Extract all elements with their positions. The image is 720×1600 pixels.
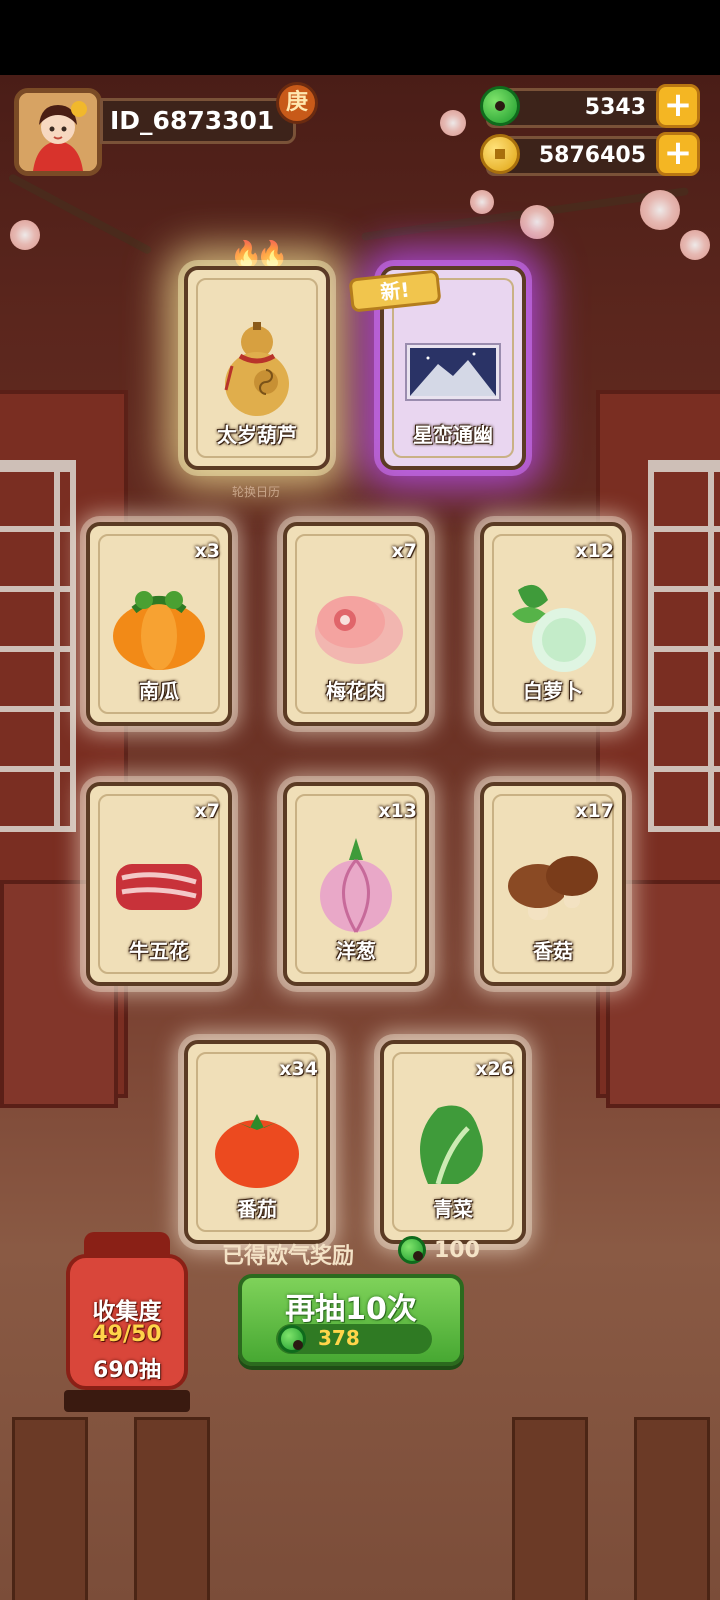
card-count: x34 xyxy=(279,1058,318,1080)
onion-icon xyxy=(320,838,392,933)
greens-icon xyxy=(420,1105,483,1185)
coin-amount: 5876405 xyxy=(538,143,646,168)
card-count: x12 xyxy=(575,540,614,562)
coin-icon xyxy=(480,134,520,174)
card-count: x3 xyxy=(194,540,220,562)
bg-fence-post xyxy=(134,1417,210,1600)
luck-reward-label: 已得欧气奖励 xyxy=(222,1244,355,1269)
card-name: 太岁葫芦 xyxy=(217,423,297,447)
card-count: x26 xyxy=(475,1058,514,1080)
jade-icon xyxy=(480,86,520,126)
player-avatar[interactable] xyxy=(14,88,102,176)
collection-draw-count: 690抽 xyxy=(93,1358,161,1383)
reward-card[interactable]: x17 香菇 xyxy=(480,782,626,986)
reward-card[interactable]: x12 白萝卜 xyxy=(480,522,626,726)
card-count: x7 xyxy=(194,800,220,822)
card-name: 青菜 xyxy=(433,1197,473,1221)
bg-window-left xyxy=(0,460,76,832)
rotation-calendar-caption: 轮换日历 xyxy=(231,485,280,499)
bg-fence-post xyxy=(512,1417,588,1600)
pumpkin-icon xyxy=(113,591,205,670)
reward-card[interactable]: x7 梅花肉 xyxy=(283,522,429,726)
game-scene: ID_6873301 庚 5343 + 5876405 + 🔥 🔥 太岁葫芦 星… xyxy=(0,0,720,1600)
radish-icon xyxy=(512,584,596,672)
card-count: x13 xyxy=(378,800,417,822)
reward-card-featured[interactable]: 太岁葫芦 xyxy=(184,266,330,470)
bg-window-right xyxy=(648,460,720,832)
card-count: x7 xyxy=(391,540,417,562)
lantern-stand xyxy=(64,1390,190,1412)
blossom-decoration xyxy=(680,230,710,260)
luck-reward-amount: 100 xyxy=(434,1238,480,1263)
collection-progress: 49/50 xyxy=(92,1322,162,1347)
blossom-decoration xyxy=(10,220,40,250)
pork-icon xyxy=(315,596,403,664)
reward-card[interactable]: x13 洋葱 xyxy=(283,782,429,986)
avatar-portrait-icon xyxy=(19,93,97,171)
card-name: 梅花肉 xyxy=(326,679,386,703)
reward-card[interactable]: x34 番茄 xyxy=(184,1040,330,1244)
mushroom-icon xyxy=(508,856,598,920)
card-name: 香菇 xyxy=(533,939,573,963)
card-name: 牛五花 xyxy=(129,939,189,963)
blossom-decoration xyxy=(520,205,554,239)
card-name: 南瓜 xyxy=(139,679,179,703)
card-count: x17 xyxy=(575,800,614,822)
bg-fence-post xyxy=(12,1417,88,1600)
reward-card[interactable]: x3 南瓜 xyxy=(86,522,232,726)
card-name: 洋葱 xyxy=(336,939,376,963)
collection-title: 收集度 xyxy=(92,1299,162,1325)
reward-card[interactable]: x26 青菜 xyxy=(380,1040,526,1244)
blossom-decoration xyxy=(470,190,494,214)
card-name: 番茄 xyxy=(237,1197,277,1221)
card-name: 星峦通幽 xyxy=(413,423,493,447)
blossom-decoration xyxy=(440,110,466,136)
bg-fence-post xyxy=(634,1417,710,1600)
landscape-icon xyxy=(405,343,501,401)
card-name: 白萝卜 xyxy=(523,679,583,703)
player-zodiac-badge[interactable]: 庚 xyxy=(276,82,318,124)
jade-amount: 5343 xyxy=(584,95,646,120)
beef-icon xyxy=(116,864,202,910)
jade-icon xyxy=(278,1325,306,1353)
draw-again-label: 再抽10次 xyxy=(285,1292,417,1327)
jade-icon xyxy=(398,1236,426,1264)
blossom-decoration xyxy=(640,190,680,230)
player-id: ID_6873301 xyxy=(110,106,275,135)
reward-card[interactable]: x7 牛五花 xyxy=(86,782,232,986)
add-coin-button[interactable]: + xyxy=(656,132,700,176)
add-jade-button[interactable]: + xyxy=(656,84,700,128)
draw-cost: 378 xyxy=(318,1326,360,1350)
tomato-icon xyxy=(215,1114,299,1188)
gourd-icon xyxy=(224,322,289,416)
